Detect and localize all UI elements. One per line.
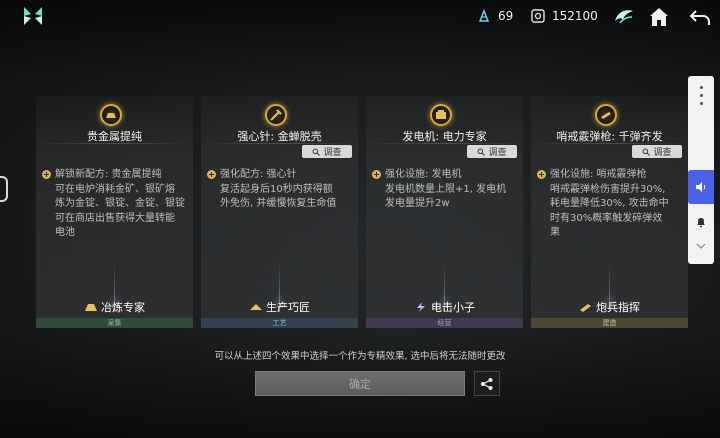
share-button[interactable]	[474, 371, 500, 396]
card-title: 发电机: 电力专家	[402, 130, 487, 143]
investigate-button[interactable]: 调查	[632, 145, 682, 158]
gear-value: 152100	[552, 9, 598, 23]
ingot-icon	[106, 113, 116, 118]
card-title: 强心针: 金蝉脱壳	[237, 130, 322, 143]
card-title: 贵金属提纯	[87, 130, 142, 143]
specialty-card-3[interactable]: 发电机: 电力专家 调查 强化设施: 发电机 发电机数量上限+1, 发电机 发电…	[366, 96, 523, 328]
investigate-button[interactable]: 调查	[467, 145, 517, 158]
card-desc-text: 强化设施: 发电机 发电机数量上限+1, 发电机 发电量提升2w	[385, 169, 507, 209]
card-description: 强化配方: 强心针 复活起身后10秒内获得额 外免伤, 并缓慢恢复生命值	[207, 168, 355, 212]
artillery-icon	[580, 304, 591, 312]
share-icon	[481, 377, 493, 390]
card-badge-icon	[595, 104, 617, 126]
confirm-button[interactable]: 确定	[255, 371, 465, 396]
card-description: 解锁新配方: 贵金属提纯 可在电炉消耗金矿、银矿熔 炼为金锭、银锭、金锭、银锭 …	[42, 168, 190, 241]
plus-bullet-icon	[537, 170, 546, 179]
back-arrow-icon[interactable]	[688, 5, 712, 29]
skill-label: 生产巧匠	[201, 300, 358, 314]
skill-label: 炮兵指挥	[531, 300, 688, 314]
skill-name: 生产巧匠	[266, 301, 310, 314]
category-bar: 建造	[531, 318, 688, 328]
shotgun-icon	[601, 112, 611, 119]
speaker-icon	[696, 182, 706, 192]
card-badge-icon	[265, 104, 287, 126]
plus-bullet-icon	[207, 170, 216, 179]
bell-icon[interactable]	[695, 216, 707, 228]
selection-hint: 可以从上述四个效果中选择一个作为专精效果, 选中后将无法随时更改	[214, 351, 506, 362]
energy-crystal-icon	[478, 8, 490, 22]
card-description: 强化设施: 发电机 发电机数量上限+1, 发电机 发电量提升2w	[372, 168, 520, 212]
investigate-label: 调查	[323, 148, 342, 158]
skill-name: 炮兵指挥	[596, 301, 640, 314]
wing-emblem-icon[interactable]	[612, 5, 636, 29]
more-dot	[700, 94, 703, 97]
investigate-label: 调查	[653, 148, 672, 158]
card-badge-icon	[100, 104, 122, 126]
skill-name: 电击小子	[431, 301, 475, 314]
category-bar: 工艺	[201, 318, 358, 328]
more-dot	[700, 86, 703, 89]
gear-box-icon	[531, 9, 545, 23]
specialty-card-2[interactable]: 强心针: 金蝉脱壳 调查 强化配方: 强心针 复活起身后10秒内获得额 外免伤,…	[201, 96, 358, 328]
gear-resource: 152100	[530, 8, 598, 24]
card-desc-text: 强化设施: 哨戒霰弹枪 哨戒霰弹枪伤害提升30%, 耗电量降低30%, 攻击命中…	[550, 169, 669, 238]
search-icon	[642, 148, 651, 156]
card-desc-text: 强化配方: 强心针 复活起身后10秒内获得额 外免伤, 并缓慢恢复生命值	[220, 169, 337, 209]
skill-label: 电击小子	[366, 300, 523, 314]
card-title: 哨戒霰弹枪: 千弹齐发	[556, 130, 663, 143]
top-bar: 69 152100	[0, 0, 720, 36]
search-icon	[312, 148, 321, 156]
side-toolbar	[688, 76, 714, 264]
left-drawer-tab[interactable]	[0, 176, 8, 202]
specialty-card-1[interactable]: 贵金属提纯 解锁新配方: 贵金属提纯 可在电炉消耗金矿、银矿熔 炼为金锭、银锭、…	[36, 96, 193, 328]
specialty-card-4[interactable]: 哨戒霰弹枪: 千弹齐发 调查 强化设施: 哨戒霰弹枪 哨戒霰弹枪伤害提升30%,…	[531, 96, 688, 328]
skill-name: 冶炼专家	[101, 301, 145, 314]
card-badge-icon	[430, 104, 452, 126]
energy-resource: 69	[476, 8, 513, 24]
volume-button[interactable]	[688, 170, 714, 204]
chevron-down-icon[interactable]	[696, 242, 706, 250]
smelting-icon	[85, 304, 97, 311]
menu-logo-icon[interactable]	[22, 5, 44, 27]
investigate-button[interactable]: 调查	[302, 145, 352, 158]
card-description: 强化设施: 哨戒霰弹枪 哨戒霰弹枪伤害提升30%, 耗电量降低30%, 攻击命中…	[537, 168, 685, 241]
lightning-icon	[417, 302, 425, 312]
plus-bullet-icon	[372, 170, 381, 179]
generator-icon	[436, 110, 446, 119]
category-bar: 经营	[366, 318, 523, 328]
skill-label: 冶炼专家	[36, 300, 193, 314]
search-icon	[477, 148, 486, 156]
energy-value: 69	[498, 9, 514, 23]
syringe-icon	[270, 109, 282, 121]
craft-icon	[250, 304, 262, 310]
investigate-label: 调查	[488, 148, 507, 158]
home-icon[interactable]	[647, 5, 671, 29]
card-desc-text: 解锁新配方: 贵金属提纯 可在电炉消耗金矿、银矿熔 炼为金锭、银锭、金锭、银锭 …	[55, 169, 185, 238]
more-dot	[700, 102, 703, 105]
category-bar: 采集	[36, 318, 193, 328]
plus-bullet-icon	[42, 170, 51, 179]
